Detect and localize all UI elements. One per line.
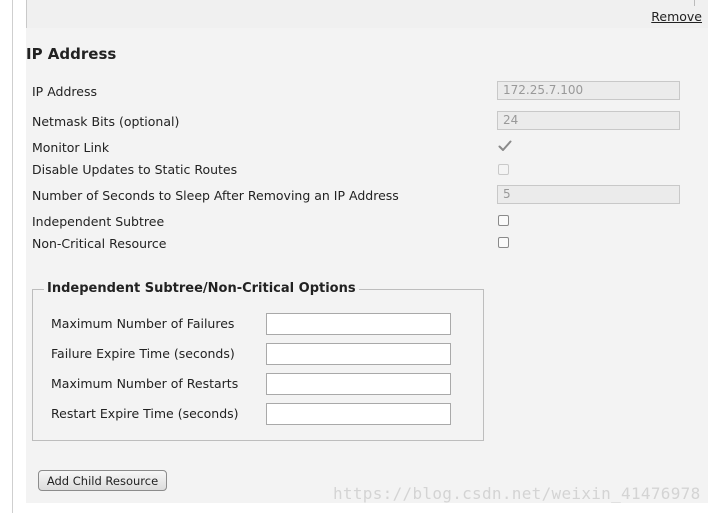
- previous-resource-block: [26, 0, 708, 28]
- form-left-border: [12, 0, 13, 513]
- failure-expire-input[interactable]: [266, 343, 451, 365]
- netmask-label: Netmask Bits (optional): [32, 114, 180, 129]
- section-title: IP Address: [26, 45, 117, 63]
- ip-address-input[interactable]: [497, 81, 680, 100]
- monitor-link-label: Monitor Link: [32, 140, 110, 155]
- restart-expire-label: Restart Expire Time (seconds): [51, 406, 239, 421]
- ip-address-label: IP Address: [32, 84, 97, 99]
- max-restarts-input[interactable]: [266, 373, 451, 395]
- previous-resource-left-border: [26, 0, 27, 28]
- max-restarts-label: Maximum Number of Restarts: [51, 376, 239, 391]
- remove-link[interactable]: Remove: [651, 9, 702, 24]
- non-critical-checkbox[interactable]: [498, 237, 509, 248]
- failure-expire-label: Failure Expire Time (seconds): [51, 346, 235, 361]
- netmask-input[interactable]: [497, 111, 680, 130]
- watermark-text: https://blog.csdn.net/weixin_41476978: [333, 484, 701, 503]
- disable-updates-label: Disable Updates to Static Routes: [32, 162, 238, 177]
- max-failures-label: Maximum Number of Failures: [51, 316, 235, 331]
- resource-form-page: Remove IP Address IP Address Netmask Bit…: [0, 0, 714, 513]
- max-failures-input[interactable]: [266, 313, 451, 335]
- sleep-seconds-label: Number of Seconds to Sleep After Removin…: [32, 188, 399, 203]
- independent-subtree-checkbox[interactable]: [498, 215, 509, 226]
- monitor-link-checkbox[interactable]: [498, 140, 512, 152]
- non-critical-label: Non-Critical Resource: [32, 236, 167, 251]
- options-legend: Independent Subtree/Non-Critical Options: [44, 281, 359, 296]
- restart-expire-input[interactable]: [266, 403, 451, 425]
- add-child-resource-button[interactable]: Add Child Resource: [38, 470, 167, 491]
- disable-updates-checkbox[interactable]: [498, 164, 509, 175]
- sleep-seconds-input[interactable]: [497, 185, 680, 204]
- independent-subtree-label: Independent Subtree: [32, 214, 165, 229]
- previous-resource-right-tick: [694, 0, 695, 6]
